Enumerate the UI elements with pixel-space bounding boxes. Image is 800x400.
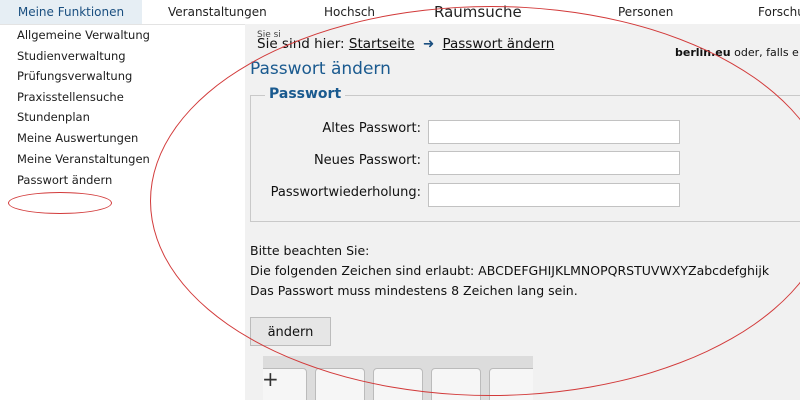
keyboard-key bbox=[489, 368, 533, 400]
old-password-label: Altes Passwort: bbox=[322, 121, 421, 136]
arrow-right-icon: ➜ bbox=[422, 36, 435, 52]
sidebar-item-allgemeine-verwaltung[interactable]: Allgemeine Verwaltung bbox=[17, 28, 150, 42]
info-text-domain: berlin.eu bbox=[675, 46, 731, 59]
tab-forschung[interactable]: Forschu bbox=[758, 0, 800, 24]
info-text-peek: berlin.eu oder, falls e bbox=[675, 46, 799, 59]
tab-raumsuche[interactable]: Raumsuche bbox=[430, 3, 526, 21]
change-password-button[interactable]: ändern bbox=[250, 317, 331, 346]
annotation-circle bbox=[8, 192, 112, 214]
tab-meine-funktionen[interactable]: Meine Funktionen bbox=[0, 0, 142, 24]
sidebar-item-studienverwaltung[interactable]: Studienverwaltung bbox=[17, 49, 126, 63]
old-password-input[interactable] bbox=[428, 120, 680, 144]
keyboard-photo: + bbox=[263, 356, 533, 400]
note-heading: Bitte beachten Sie: bbox=[250, 243, 370, 258]
keyboard-key bbox=[315, 368, 365, 400]
sidebar-item-meine-veranstaltungen[interactable]: Meine Veranstaltungen bbox=[17, 152, 150, 166]
tab-veranstaltungen[interactable]: Veranstaltungen bbox=[168, 0, 267, 24]
page-title: Passwort ändern bbox=[250, 59, 391, 79]
repeat-password-label: Passwortwiederholung: bbox=[270, 185, 421, 200]
top-navigation: Meine Funktionen Veranstaltungen Hochsch… bbox=[0, 0, 800, 25]
sidebar-item-meine-auswertungen[interactable]: Meine Auswertungen bbox=[17, 131, 138, 145]
note-allowed-characters: Die folgenden Zeichen sind erlaubt: ABCD… bbox=[250, 263, 770, 278]
main-content: Sie si Sie sind hier: Startseite ➜ Passw… bbox=[245, 24, 800, 400]
new-password-input[interactable] bbox=[428, 151, 680, 175]
breadcrumb: Sie sind hier: Startseite ➜ Passwort änd… bbox=[257, 36, 554, 52]
password-fieldset: Passwort Altes Passwort: Neues Passwort:… bbox=[250, 86, 800, 222]
new-password-label: Neues Passwort: bbox=[313, 153, 421, 168]
keyboard-key: + bbox=[263, 367, 307, 400]
breadcrumb-current-link[interactable]: Passwort ändern bbox=[442, 36, 554, 52]
plus-key-glyph: + bbox=[263, 367, 279, 391]
tab-hochschule[interactable]: Hochsch bbox=[324, 0, 375, 24]
sidebar: Allgemeine Verwaltung Studienverwaltung … bbox=[0, 24, 240, 400]
repeat-password-input[interactable] bbox=[428, 183, 680, 207]
sidebar-item-passwort-aendern[interactable]: Passwort ändern bbox=[17, 173, 112, 187]
note-min-length: Das Passwort muss mindestens 8 Zeichen l… bbox=[250, 283, 578, 298]
sidebar-item-stundenplan[interactable]: Stundenplan bbox=[17, 110, 90, 124]
fieldset-legend: Passwort bbox=[265, 86, 346, 102]
sidebar-item-praxisstellensuche[interactable]: Praxisstellensuche bbox=[17, 90, 124, 104]
breadcrumb-prefix: Sie sind hier: bbox=[257, 36, 345, 52]
keyboard-key bbox=[373, 368, 423, 400]
keyboard-key bbox=[431, 368, 481, 400]
breadcrumb-home-link[interactable]: Startseite bbox=[349, 36, 415, 52]
info-text-rest: oder, falls e bbox=[730, 46, 799, 59]
tab-personen[interactable]: Personen bbox=[618, 0, 673, 24]
sidebar-item-pruefungsverwaltung[interactable]: Prüfungsverwaltung bbox=[17, 69, 132, 83]
